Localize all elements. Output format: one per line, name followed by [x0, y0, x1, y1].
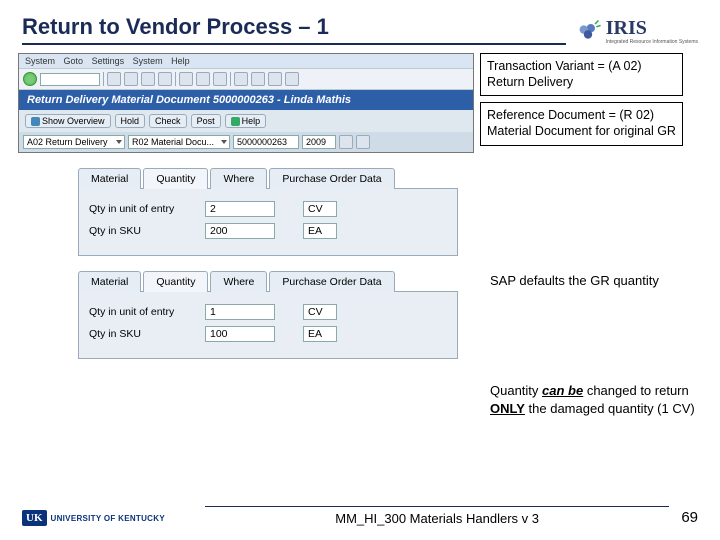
callout-transaction-variant: Transaction Variant = (A 02) Return Deli…	[480, 53, 683, 96]
uk-text: UNIVERSITY OF KENTUCKY	[51, 514, 165, 523]
toolbar-separator	[230, 72, 231, 86]
sap-window: System Goto Settings System Help	[18, 53, 474, 153]
print-icon[interactable]	[179, 72, 193, 86]
unit-sku-field[interactable]: EA	[303, 326, 337, 342]
note-default-qty: SAP defaults the GR quantity	[490, 272, 700, 290]
tab-material[interactable]: Material	[78, 168, 141, 189]
callout-line: Reference Document = (R 02)	[487, 108, 676, 124]
unit-entry-field[interactable]: CV	[303, 201, 337, 217]
note-change-qty: Quantity can be changed to return ONLY t…	[490, 382, 700, 417]
tab-material[interactable]: Material	[78, 271, 141, 292]
command-field[interactable]	[40, 73, 100, 86]
save-icon[interactable]	[107, 72, 121, 86]
menu-system[interactable]: System	[25, 56, 55, 66]
tab-where[interactable]: Where	[210, 168, 267, 189]
back-icon[interactable]	[124, 72, 138, 86]
uk-logo: UK UNIVERSITY OF KENTUCKY	[22, 510, 165, 526]
help-button[interactable]: Help	[225, 114, 267, 128]
quantity-panel-2: Material Quantity Where Purchase Order D…	[78, 270, 458, 359]
post-button[interactable]: Post	[191, 114, 221, 128]
qty-entry-label: Qty in unit of entry	[89, 203, 199, 215]
sap-filterbar: A02 Return Delivery R02 Material Docu...…	[19, 132, 473, 152]
qty-sku-label: Qty in SKU	[89, 328, 199, 340]
uk-badge: UK	[22, 510, 47, 526]
tabs: Material Quantity Where Purchase Order D…	[78, 270, 458, 292]
callout-reference-document: Reference Document = (R 02) Material Doc…	[480, 102, 683, 145]
execute-icon[interactable]	[339, 135, 353, 149]
qty-sku-label: Qty in SKU	[89, 225, 199, 237]
tab-quantity[interactable]: Quantity	[143, 271, 208, 292]
sap-toolbar	[19, 68, 473, 90]
quantity-panel-1: Material Quantity Where Purchase Order D…	[78, 167, 458, 256]
toolbar-separator	[103, 72, 104, 86]
footer: UK UNIVERSITY OF KENTUCKY MM_HI_300 Mate…	[0, 506, 720, 526]
tab-po-data[interactable]: Purchase Order Data	[269, 271, 394, 292]
tab-where[interactable]: Where	[210, 271, 267, 292]
menu-settings[interactable]: Settings	[92, 56, 125, 66]
logo-text: IRIS	[606, 17, 698, 40]
qty-entry-label: Qty in unit of entry	[89, 306, 199, 318]
qty-sku-field[interactable]: 200	[205, 223, 275, 239]
transaction-variant-select[interactable]: A02 Return Delivery	[23, 135, 125, 149]
ok-icon[interactable]	[23, 72, 37, 86]
qty-entry-field[interactable]: 2	[205, 201, 275, 217]
findnext-icon[interactable]	[213, 72, 227, 86]
exit-icon[interactable]	[141, 72, 155, 86]
sap-menubar: System Goto Settings System Help	[19, 54, 473, 68]
lastpage-icon[interactable]	[285, 72, 299, 86]
year-field[interactable]: 2009	[302, 135, 336, 149]
firstpage-icon[interactable]	[234, 72, 248, 86]
help-icon[interactable]	[356, 135, 370, 149]
callout-line: Material Document for original GR	[487, 124, 676, 140]
slide-header: Return to Vendor Process – 1 IRIS Integr…	[0, 0, 720, 45]
callout-line: Transaction Variant = (A 02)	[487, 59, 676, 75]
page-number: 69	[681, 509, 698, 526]
check-button[interactable]: Check	[149, 114, 187, 128]
nextpage-icon[interactable]	[268, 72, 282, 86]
show-overview-button[interactable]: Show Overview	[25, 114, 111, 128]
qty-entry-field[interactable]: 1	[205, 304, 275, 320]
logo-subtitle: Integrated Resource Information Systems	[606, 40, 698, 45]
menu-help[interactable]: Help	[171, 56, 190, 66]
reference-doc-select[interactable]: R02 Material Docu...	[128, 135, 230, 149]
toolbar-separator	[175, 72, 176, 86]
iris-logo: IRIS Integrated Resource Information Sys…	[574, 17, 698, 45]
callout-line: Return Delivery	[487, 75, 676, 91]
info-icon	[231, 117, 240, 126]
sap-titlebar: Return Delivery Material Document 500000…	[19, 90, 473, 110]
unit-sku-field[interactable]: EA	[303, 223, 337, 239]
prevpage-icon[interactable]	[251, 72, 265, 86]
find-icon[interactable]	[196, 72, 210, 86]
tab-quantity[interactable]: Quantity	[143, 168, 208, 189]
menu-goto[interactable]: Goto	[64, 56, 84, 66]
qty-sku-field[interactable]: 100	[205, 326, 275, 342]
footer-center: MM_HI_300 Materials Handlers v 3	[205, 506, 669, 526]
doc-number-field[interactable]: 5000000263	[233, 135, 299, 149]
hold-button[interactable]: Hold	[115, 114, 146, 128]
tab-po-data[interactable]: Purchase Order Data	[269, 168, 394, 189]
unit-entry-field[interactable]: CV	[303, 304, 337, 320]
slide-title: Return to Vendor Process – 1	[22, 14, 566, 45]
sap-appbar: Show Overview Hold Check Post Help	[19, 110, 473, 132]
menu-system2[interactable]: System	[133, 56, 163, 66]
overview-icon	[31, 117, 40, 126]
tabs: Material Quantity Where Purchase Order D…	[78, 167, 458, 189]
cancel-icon[interactable]	[158, 72, 172, 86]
